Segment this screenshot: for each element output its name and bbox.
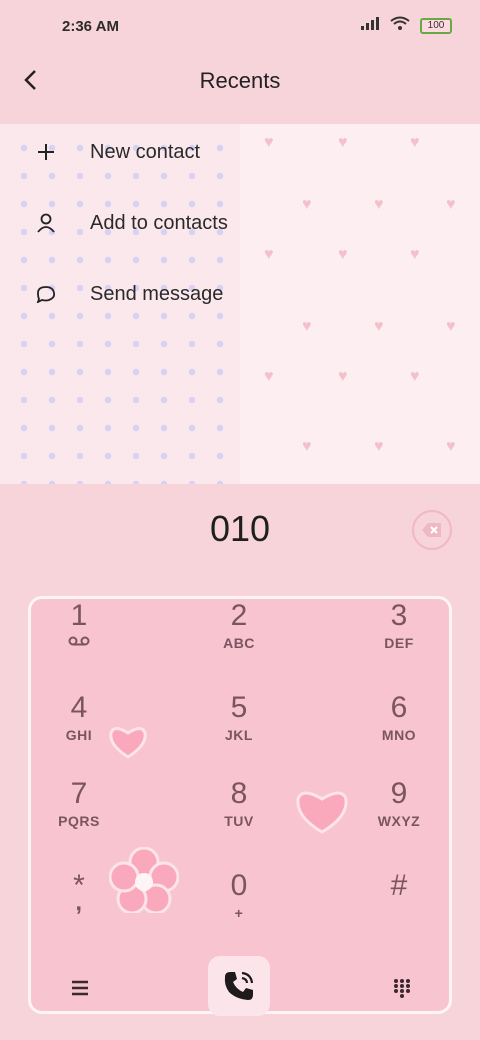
key-hash[interactable]: # (349, 869, 449, 949)
battery-icon: 100 (420, 17, 452, 34)
heart-deco-icon: ♥ (374, 196, 384, 213)
wifi-icon (390, 16, 410, 35)
menu-button[interactable] (62, 970, 98, 1006)
dialed-number: 010 (209, 508, 271, 549)
heart-sticker-icon (293, 785, 351, 840)
signal-icon (360, 16, 380, 35)
heart-deco-icon: ♥ (410, 246, 420, 263)
menu-icon (72, 980, 88, 996)
status-time: 2:36 AM (62, 18, 119, 35)
key-5[interactable]: 5 JKL (189, 691, 289, 771)
key-star[interactable]: * , (29, 869, 129, 949)
menu-item-label: Add to contacts (90, 211, 228, 234)
call-button[interactable] (208, 956, 270, 1016)
plus-icon (26, 143, 66, 161)
key-1[interactable]: 1 (29, 599, 129, 679)
key-2[interactable]: 2 ABC (189, 599, 289, 679)
menu-item-add-to-contacts[interactable]: Add to contacts (0, 195, 260, 251)
heart-deco-icon: ♥ (410, 134, 420, 151)
menu-item-send-message[interactable]: Send message (0, 266, 260, 322)
backspace-icon (422, 523, 441, 537)
menu-item-label: Send message (90, 282, 224, 305)
hearts-panel: ♥ ♥ ♥ ♥ ♥ ♥ ♥ ♥ ♥ ♥ ♥ ♥ ♥ ♥ ♥ ♥ ♥ ♥ (240, 124, 480, 484)
heart-deco-icon: ♥ (446, 318, 456, 335)
backspace-button[interactable] (412, 510, 452, 550)
heart-deco-icon: ♥ (264, 246, 274, 263)
key-7[interactable]: 7 PQRS (29, 777, 129, 857)
heart-deco-icon: ♥ (264, 134, 274, 151)
status-icons: 100 (360, 16, 452, 35)
heart-deco-icon: ♥ (446, 438, 456, 455)
dialpad-icon (394, 979, 410, 998)
key-4[interactable]: 4 GHI (29, 691, 129, 771)
heart-deco-icon: ♥ (374, 318, 384, 335)
phone-icon (224, 971, 254, 1000)
keypad: 1 2 ABC 3 DEF 4 GHI 5 JKL 6 MNO 7 PQRS 8… (28, 596, 452, 1014)
heart-deco-icon: ♥ (338, 134, 348, 151)
key-8[interactable]: 8 TUV (189, 777, 289, 857)
key-9[interactable]: 9 WXYZ (349, 777, 449, 857)
heart-deco-icon: ♥ (264, 368, 274, 385)
heart-deco-icon: ♥ (338, 368, 348, 385)
heart-deco-icon: ♥ (410, 368, 420, 385)
heart-deco-icon: ♥ (302, 318, 312, 335)
key-6[interactable]: 6 MNO (349, 691, 449, 771)
key-3[interactable]: 3 DEF (349, 599, 449, 679)
heart-deco-icon: ♥ (446, 196, 456, 213)
menu-item-new-contact[interactable]: New contact (0, 124, 260, 180)
key-0[interactable]: 0 + (189, 869, 289, 949)
person-icon (26, 213, 66, 233)
voicemail-icon (68, 633, 90, 651)
hide-keypad-button[interactable] (384, 970, 420, 1006)
heart-deco-icon: ♥ (374, 438, 384, 455)
page-title: Recents (199, 68, 281, 93)
message-icon (26, 285, 66, 303)
heart-deco-icon: ♥ (338, 246, 348, 263)
heart-deco-icon: ♥ (302, 196, 312, 213)
menu-item-label: New contact (90, 140, 201, 163)
heart-deco-icon: ♥ (302, 438, 312, 455)
